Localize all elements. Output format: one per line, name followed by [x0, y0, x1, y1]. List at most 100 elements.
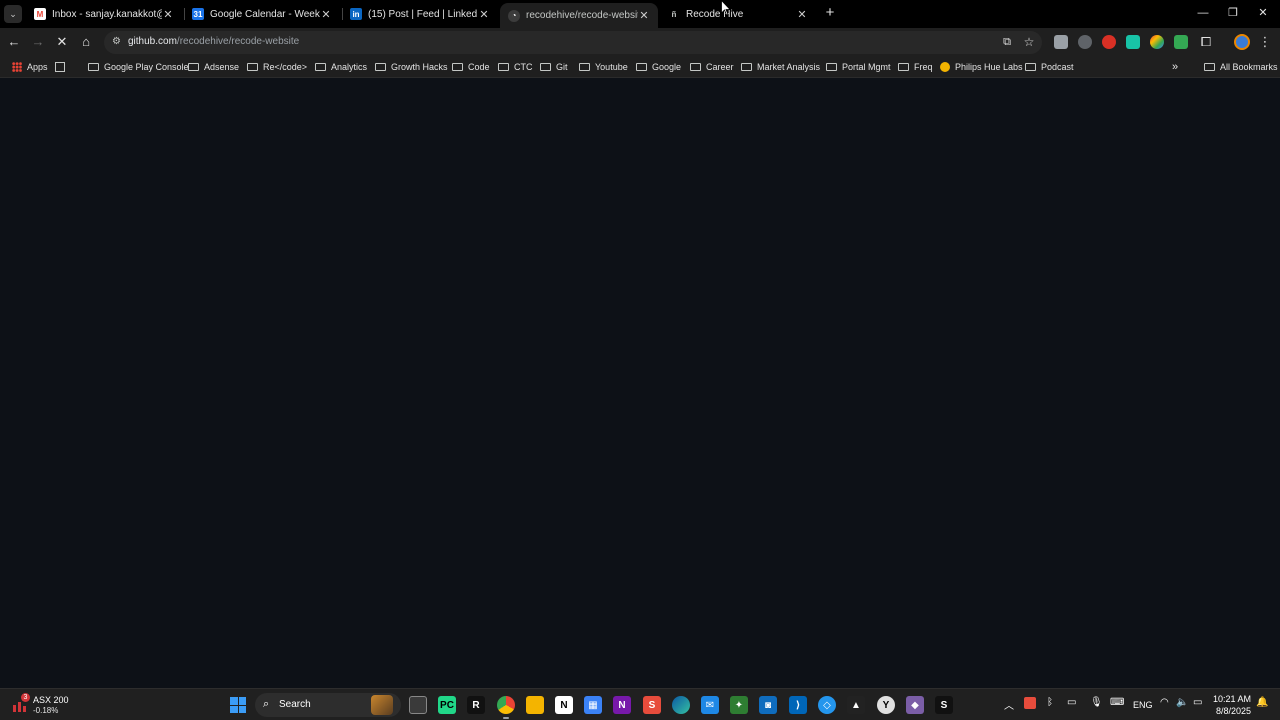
bookmark-label: Analytics	[331, 62, 368, 72]
tab-linkedin[interactable]: in (15) Post | Feed | LinkedIn ✕	[342, 3, 498, 25]
url-text[interactable]: github.com/recodehive/recode-website	[128, 36, 299, 47]
folder-icon	[452, 63, 463, 71]
taskbar-search[interactable]: ⌕ Search	[255, 693, 401, 717]
docker-icon[interactable]: ◇	[818, 696, 836, 714]
bookmark-folder[interactable]: Adsense	[188, 60, 239, 74]
back-button[interactable]: ←	[5, 33, 23, 51]
tab-recodehive[interactable]: ñ Recode Hive ✕	[660, 3, 816, 25]
notion-icon[interactable]: N	[555, 696, 573, 714]
address-bar[interactable]: ⚙ github.com/recodehive/recode-website ⧉…	[104, 31, 1042, 54]
bookmark-folder[interactable]: Code	[452, 60, 490, 74]
battery-icon[interactable]: ▭	[1193, 697, 1202, 708]
edge-icon[interactable]	[672, 696, 690, 714]
chrome-icon[interactable]	[497, 696, 515, 714]
bookmark-label: Career	[706, 62, 734, 72]
stock-name: ASX 200	[33, 695, 69, 705]
extension-green-icon[interactable]	[1174, 35, 1188, 49]
chevron-down-icon: ⌄	[9, 8, 17, 19]
language-indicator[interactable]: ENG	[1133, 700, 1153, 710]
microphone-icon[interactable]: 🎙	[1090, 697, 1103, 708]
bookmark-apps[interactable]: Apps	[12, 60, 48, 74]
bookmark-label: Adsense	[204, 62, 240, 72]
puzzle-app-icon[interactable]: ✦	[730, 696, 748, 714]
bookmark-folder[interactable]: Freq	[898, 60, 933, 74]
close-icon[interactable]: ✕	[638, 9, 650, 22]
extension-icon[interactable]	[1054, 35, 1068, 49]
app-s-red-icon[interactable]: S	[643, 696, 661, 714]
bluetooth-icon[interactable]: ᛒ	[1047, 697, 1053, 708]
app-white-icon[interactable]: Y	[877, 696, 895, 714]
bookmark-folder[interactable]: Google	[636, 60, 681, 74]
close-icon[interactable]: ✕	[162, 8, 174, 21]
all-bookmarks-folder[interactable]: All Bookmarks	[1204, 60, 1278, 74]
stop-loading-button[interactable]: ✕	[53, 33, 71, 51]
tab-gmail[interactable]: M Inbox - sanjay.kanakkot@gmail ✕	[26, 3, 182, 25]
puzzle-icon[interactable]: ⧠	[1197, 33, 1215, 51]
pycharm-icon[interactable]: PC	[438, 696, 456, 714]
bookmark-folder[interactable]: Analytics	[315, 60, 367, 74]
tab-calendar[interactable]: 31 Google Calendar - Week of Aug ✕	[184, 3, 340, 25]
new-tab-button[interactable]: +	[822, 5, 838, 21]
onenote-icon[interactable]: N	[613, 696, 631, 714]
clock[interactable]: 10:21 AM 8/8/2025	[1203, 693, 1251, 717]
bookmark-folder[interactable]: Career	[690, 60, 734, 74]
bookmark-folder[interactable]: Podcast	[1025, 60, 1074, 74]
outlook-icon[interactable]: ✉	[701, 696, 719, 714]
close-icon[interactable]: ✕	[320, 8, 332, 21]
avatar[interactable]	[1234, 34, 1250, 50]
bookmark-folder[interactable]: Google Play Console	[88, 60, 189, 74]
windows-start-button[interactable]	[230, 697, 246, 713]
install-app-icon[interactable]: ⧉	[998, 33, 1016, 51]
bookmark-label: Apps	[27, 62, 48, 72]
bookmark-folder[interactable]: Youtube	[579, 60, 628, 74]
minimize-button[interactable]: —	[1192, 4, 1214, 22]
wifi-icon[interactable]: ◠	[1160, 697, 1169, 708]
volume-icon[interactable]: 🔈	[1176, 697, 1188, 708]
clock-date: 8/8/2025	[1215, 706, 1251, 716]
clock-time: 10:21 AM	[1212, 694, 1251, 704]
active-app-indicator	[503, 717, 509, 719]
notification-bell-icon[interactable]: 🔔	[1256, 697, 1268, 708]
bookmark-folder[interactable]: CTC	[498, 60, 533, 74]
color-picker-icon[interactable]	[1150, 35, 1164, 49]
folder-icon	[315, 63, 326, 71]
r-app-icon[interactable]: R	[467, 696, 485, 714]
window-close-button[interactable]: ✕	[1252, 4, 1274, 22]
site-info-icon[interactable]: ⚙	[112, 36, 124, 48]
file-explorer-icon[interactable]	[526, 696, 544, 714]
tab-github-active[interactable]: ◔ recodehive/recode-website: rec ✕	[500, 3, 658, 28]
stock-widget[interactable]: 3 ASX 200 -0.18%	[12, 693, 92, 717]
app-purple-icon[interactable]: ◆	[906, 696, 924, 714]
store-icon[interactable]: ▦	[584, 696, 602, 714]
bookmark-philips-hue[interactable]: Philips Hue Labs	[940, 60, 1023, 74]
extension-red-icon[interactable]	[1102, 35, 1116, 49]
bookmark-star-icon[interactable]: ☆	[1020, 33, 1038, 51]
close-icon[interactable]: ✕	[796, 8, 808, 21]
home-button[interactable]: ⌂	[77, 33, 95, 51]
app-dark-icon[interactable]: ▲	[847, 696, 865, 714]
tab-search-button[interactable]: ⌄	[4, 5, 22, 23]
stock-change: -0.18%	[33, 706, 59, 715]
vscode-icon[interactable]: ⟩	[789, 696, 807, 714]
bookmark-folder[interactable]: Market Analysis	[741, 60, 820, 74]
more-bookmarks-button[interactable]: »	[1172, 60, 1178, 74]
show-hidden-icons-chevron-icon[interactable]: ︿	[1004, 697, 1014, 712]
camera-icon[interactable]	[1078, 35, 1092, 49]
bookmark-folder[interactable]: Portal Mgmt	[826, 60, 891, 74]
app-s-dark-icon[interactable]: S	[935, 696, 953, 714]
task-view-icon[interactable]	[409, 696, 427, 714]
keyboard-icon[interactable]: ⌨	[1110, 697, 1124, 708]
bookmark-folder[interactable]: Git	[540, 60, 568, 74]
bookmark-folder[interactable]: Growth Hacks	[375, 60, 448, 74]
bookmark-tab-groups[interactable]	[55, 60, 70, 74]
forward-button[interactable]: →	[29, 33, 47, 51]
tab-title: Recode Hive	[686, 8, 744, 20]
shield-icon[interactable]	[1126, 35, 1140, 49]
bookmark-folder[interactable]: Re</code>	[247, 60, 307, 74]
close-icon[interactable]: ✕	[478, 8, 490, 21]
app-blue-square-icon[interactable]: ◙	[759, 696, 777, 714]
menu-more-icon[interactable]: ⋮	[1256, 33, 1274, 51]
restore-button[interactable]: ❐	[1222, 4, 1244, 22]
tray-app-icon[interactable]	[1024, 697, 1036, 709]
tray-monitor-icon[interactable]: ▭	[1067, 697, 1076, 708]
